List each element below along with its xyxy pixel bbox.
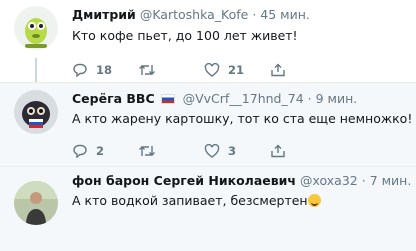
reply-icon [73,144,87,158]
avatar[interactable] [14,6,58,50]
tweet-header: Дмитрий @Kartoshka_Kofe · 45 мин. [72,7,410,22]
tweet-2[interactable]: Серёга ВВС @VvCrf__17hnd_74 · 9 мин. А к… [0,82,416,167]
tweet-text-row: А кто водкой запивает, безсмертен [72,193,410,209]
tweet-header: фон барон Сергей Николаевич @xoxa32 · 7 … [72,173,410,188]
timestamp[interactable]: 7 мин. [370,173,410,188]
retweet-button[interactable] [138,63,204,77]
heart-icon [204,63,220,77]
reply-count: 2 [96,144,105,158]
tweet-header: Серёга ВВС @VvCrf__17hnd_74 · 9 мин. [72,91,410,106]
tweet-text: А кто водкой запивает, безсмертен [72,193,308,208]
like-count: 21 [228,63,245,77]
like-button[interactable]: 3 [204,144,270,158]
display-name[interactable]: Дмитрий [72,7,136,22]
russia-flag-icon [160,94,175,104]
like-button[interactable]: 21 [204,63,270,77]
avatar[interactable] [14,181,58,225]
tweet-actions: 18 21 [72,63,336,77]
tweet-text: А кто жарену картошку, тот ко ста еще не… [72,111,413,126]
share-icon [271,144,285,158]
tweet-3[interactable]: фон барон Сергей Николаевич @xoxa32 · 7 … [0,166,416,251]
retweet-icon [139,146,155,156]
reply-icon [73,63,87,77]
user-handle[interactable]: @xoxa32 [300,173,358,188]
display-name[interactable]: Серёга ВВС [72,91,155,106]
user-handle[interactable]: @Kartoshka_Kofe [140,7,249,22]
rolling-laughing-emoji [307,194,321,207]
share-button[interactable] [270,63,336,77]
like-count: 3 [228,144,237,158]
tweet-1[interactable]: Дмитрий @Kartoshka_Kofe · 45 мин. Кто ко… [0,0,416,86]
display-name[interactable]: фон барон Сергей Николаевич [72,173,296,188]
tweet-actions: 2 3 [72,144,336,158]
tweet-text: Кто кофе пьет, до 100 лет живет! [72,28,298,43]
share-button[interactable] [270,144,336,158]
timestamp[interactable]: 45 мин. [260,7,310,22]
reply-button[interactable]: 18 [72,63,138,77]
heart-icon [204,144,220,158]
reply-button[interactable]: 2 [72,144,138,158]
user-handle[interactable]: @VvCrf__17hnd_74 [183,91,304,106]
separator-dot: · [361,173,366,188]
share-icon [271,63,285,77]
separator-dot: · [307,91,312,106]
timestamp[interactable]: 9 мин. [316,91,358,106]
retweet-button[interactable] [138,144,204,158]
separator-dot: · [252,7,257,22]
reply-count: 18 [96,63,113,77]
avatar[interactable] [14,90,58,134]
retweet-icon [139,65,155,75]
